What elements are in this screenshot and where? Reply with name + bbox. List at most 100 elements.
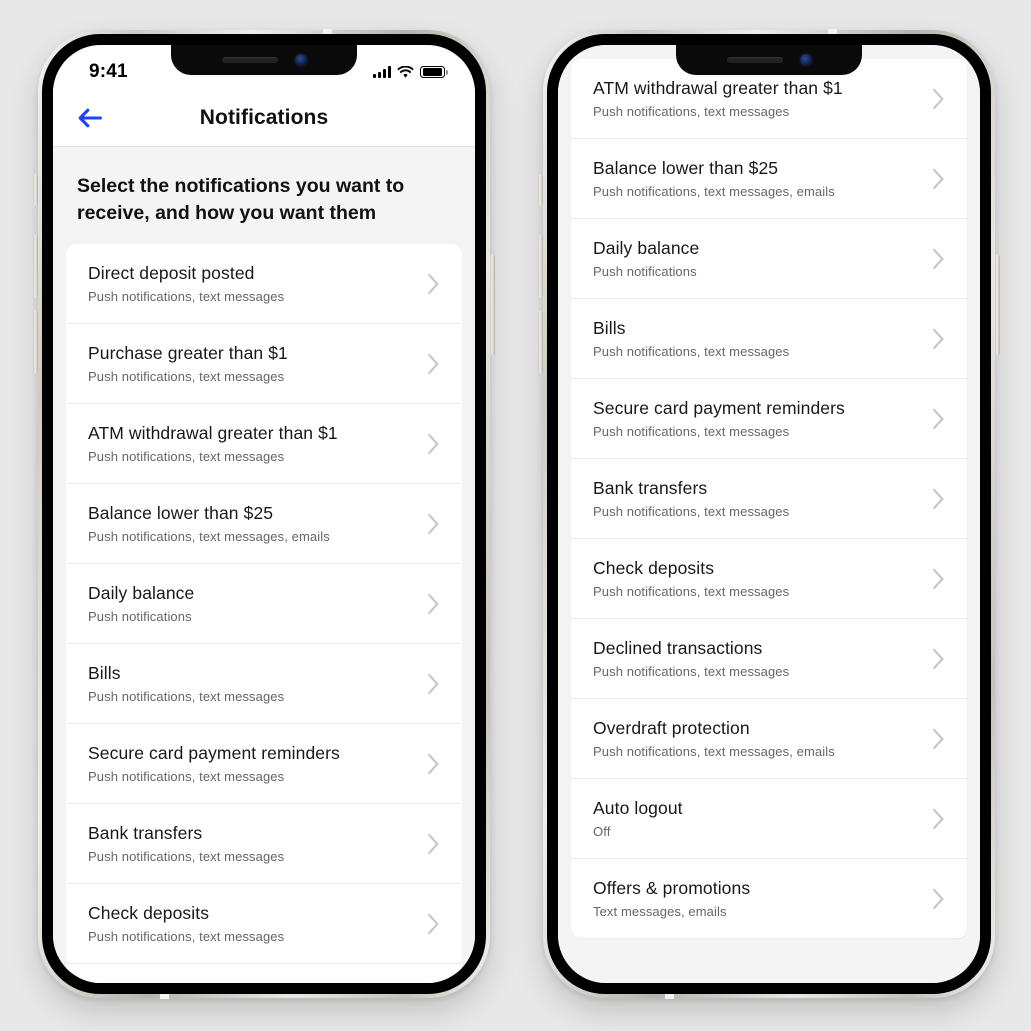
notification-channels: Push notifications, text messages, email… (88, 529, 330, 545)
notification-title: Bank transfers (593, 478, 708, 498)
notification-row[interactable]: Bank transfers Push notifications, text m… (66, 804, 462, 885)
notification-row[interactable]: Daily balance Push notifications (571, 219, 967, 299)
chevron-right-icon[interactable] (920, 408, 945, 430)
chevron-right-icon[interactable] (920, 328, 945, 350)
volume-up-button[interactable] (33, 235, 38, 297)
notification-title: Direct deposit posted (88, 263, 255, 284)
volume-up-button[interactable] (538, 235, 543, 297)
chevron-right-icon[interactable] (415, 513, 440, 535)
intro-text: Select the notifications you want to rec… (77, 175, 405, 224)
notification-title: Daily balance (593, 238, 700, 258)
notification-channels: Push notifications, text messages (88, 929, 285, 945)
chevron-right-icon[interactable] (920, 728, 945, 750)
chevron-right-icon[interactable] (920, 888, 945, 910)
chevron-right-icon[interactable] (920, 168, 945, 190)
notification-channels: Push notifications, text messages (593, 104, 790, 119)
antenna-band-bottom (665, 994, 675, 999)
notification-row[interactable]: ATM withdrawal greater than $1 Push notif… (66, 404, 462, 485)
notification-row-texts: Balance lower than $25 Push notifications… (88, 503, 415, 544)
chevron-right-icon[interactable] (920, 248, 945, 270)
chevron-right-icon[interactable] (415, 673, 440, 695)
notification-row[interactable]: Bills Push notifications, text messages (571, 299, 967, 379)
notification-channels: Push notifications, text messages (593, 664, 790, 679)
front-camera-icon (294, 53, 307, 66)
mute-switch-button[interactable] (538, 175, 543, 205)
volume-down-button[interactable] (538, 311, 543, 373)
notification-title: Balance lower than $25 (593, 158, 779, 178)
status-bar-indicators (373, 65, 448, 79)
notifications-card-left: Direct deposit posted Push notifications,… (66, 244, 462, 983)
notch (676, 45, 862, 75)
notifications-scroll-area-left[interactable]: Select the notifications you want to rec… (53, 147, 475, 983)
notification-row[interactable]: Balance lower than $25 Push notifications… (571, 139, 967, 219)
chevron-right-icon[interactable] (415, 593, 440, 615)
notification-row[interactable]: Direct deposit posted Push notifications,… (66, 244, 462, 325)
notification-title: Daily balance (88, 583, 195, 604)
chevron-right-icon[interactable] (415, 273, 440, 295)
notification-row-texts: Bills Push notifications, text messages (88, 663, 415, 704)
chevron-right-icon[interactable] (415, 753, 440, 775)
chevron-right-icon[interactable] (920, 88, 945, 110)
volume-down-button[interactable] (33, 311, 38, 373)
notification-row-texts: ATM withdrawal greater than $1 Push notif… (593, 78, 920, 119)
antenna-band-top (322, 29, 332, 34)
notification-row[interactable]: Check deposits Push notifications, text m… (571, 539, 967, 619)
notification-row-texts: Check deposits Push notifications, text m… (88, 903, 415, 944)
chevron-right-icon[interactable] (415, 353, 440, 375)
notification-title: Purchase greater than $1 (88, 343, 288, 364)
notification-row[interactable]: Offers & promotions Text messages, emails (571, 859, 967, 938)
notification-row[interactable]: Bank transfers Push notifications, text m… (571, 459, 967, 539)
notification-channels: Off (593, 824, 611, 839)
mute-switch-button[interactable] (33, 175, 38, 205)
battery-full-icon (420, 65, 448, 79)
notification-row[interactable]: Declined transactionsPush notifications,… (571, 619, 967, 699)
notification-channels: Push notifications, text messages (593, 344, 790, 359)
notification-channels: Push notifications, text messages (593, 424, 790, 439)
notification-channels: Push notifications (593, 264, 697, 279)
notification-row-texts: Bank transfers Push notifications, text m… (593, 478, 920, 519)
wifi-icon (397, 65, 414, 78)
notification-channels: Push notifications, text messages, email… (593, 744, 835, 759)
notification-row[interactable]: Daily balance Push notifications (66, 564, 462, 645)
notification-row-texts: Secure card payment reminders Push notifi… (593, 398, 920, 439)
notification-channels: Push notifications, text messages (593, 584, 790, 599)
power-button[interactable] (995, 255, 1000, 355)
notification-row-texts: Bank transfers Push notifications, text m… (88, 823, 415, 864)
chevron-right-icon[interactable] (920, 488, 945, 510)
chevron-right-icon[interactable] (920, 808, 945, 830)
chevron-right-icon[interactable] (920, 568, 945, 590)
front-camera-icon (799, 53, 812, 66)
chevron-right-icon[interactable] (415, 433, 440, 455)
nav-bar: Notifications (53, 89, 475, 147)
notification-channels: Push notifications, text messages (593, 504, 790, 519)
notification-title: Bills (88, 663, 121, 684)
chevron-right-icon[interactable] (415, 833, 440, 855)
phone-screen-right: ATM withdrawal greater than $1 Push notif… (558, 45, 980, 983)
notification-row[interactable]: Secure card payment reminders Push notifi… (66, 724, 462, 805)
notification-row[interactable]: Auto logout Off (571, 779, 967, 859)
notification-channels: Push notifications, text messages (88, 849, 285, 865)
notification-row[interactable]: Overdraft protection Push notifications, … (571, 699, 967, 779)
notification-row[interactable]: Purchase greater than $1 Push notificatio… (66, 324, 462, 405)
notifications-scroll-area-right[interactable]: ATM withdrawal greater than $1 Push notif… (558, 45, 980, 983)
notification-title: Bank transfers (88, 823, 203, 844)
notification-row[interactable]: Check deposits Push notifications, text m… (66, 884, 462, 965)
arrow-left-icon[interactable] (75, 103, 105, 133)
phone-bezel: 9:41 Notifications Select the notificati… (42, 34, 486, 994)
notification-row[interactable]: Bills Push notifications, text messages (66, 644, 462, 725)
notification-row[interactable]: Declined transactionsPush notifications,… (66, 964, 462, 983)
notification-row-texts: Secure card payment reminders Push notifi… (88, 743, 415, 784)
notification-row-texts: Auto logout Off (593, 798, 920, 839)
notification-title: Offers & promotions (593, 878, 751, 898)
notification-row-texts: Daily balance Push notifications (593, 238, 920, 279)
notification-row[interactable]: Secure card payment reminders Push notifi… (571, 379, 967, 459)
antenna-band-bottom (160, 994, 170, 999)
notification-row[interactable]: Balance lower than $25 Push notifications… (66, 484, 462, 565)
chevron-right-icon[interactable] (920, 648, 945, 670)
scroll-spacer-bottom (558, 938, 980, 956)
notification-title: Check deposits (88, 903, 210, 924)
chevron-right-icon[interactable] (415, 913, 440, 935)
notification-row-texts: Direct deposit posted Push notifications,… (88, 263, 415, 304)
notification-title: Secure card payment reminders (88, 743, 340, 764)
power-button[interactable] (490, 255, 495, 355)
